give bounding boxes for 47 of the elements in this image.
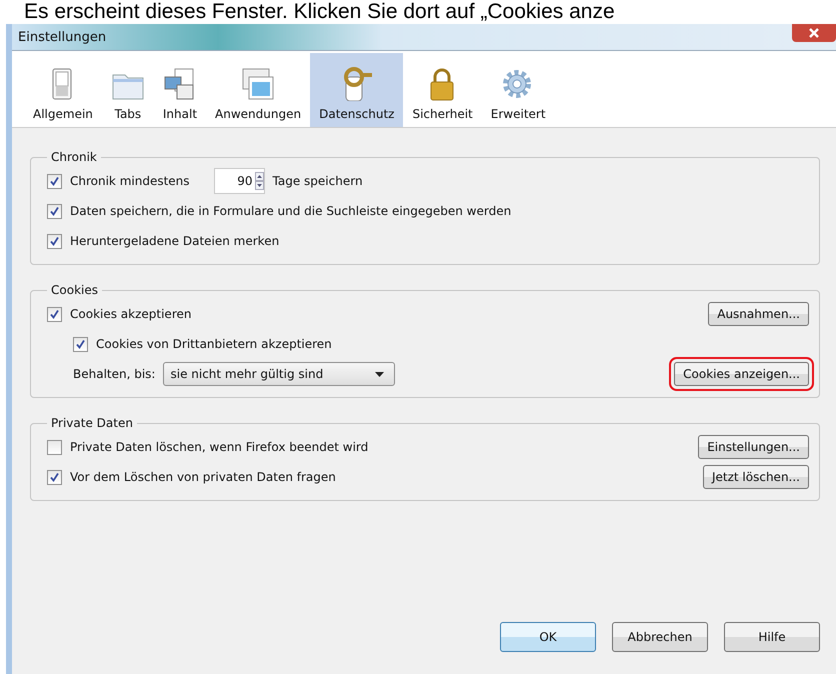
checkbox-label[interactable]: Vor dem Löschen von privaten Daten fragen [70, 470, 336, 484]
checkbox[interactable] [47, 440, 62, 454]
push-button[interactable]: Jetzt löschen... [702, 465, 809, 489]
checkmark-icon [49, 308, 60, 320]
push-button[interactable]: Hilfe [724, 622, 820, 652]
number-spinner[interactable]: 90 [214, 168, 265, 194]
checkbox-label[interactable]: Cookies akzeptieren [70, 307, 192, 321]
toolbar-tab[interactable]: Allgemein [24, 53, 102, 127]
toolbar-tab[interactable]: Tabs [102, 53, 154, 127]
window-icon [241, 67, 276, 101]
dropdown-label: Behalten, bis: [73, 367, 156, 381]
checkmark-icon [49, 176, 60, 186]
checkbox[interactable] [47, 306, 62, 322]
push-button[interactable]: Einstellungen... [698, 435, 809, 459]
caret-icon [375, 372, 384, 376]
toolbar-tab[interactable]: Anwendungen [206, 53, 310, 127]
checkbox[interactable] [47, 234, 62, 248]
checkbox-label[interactable]: Heruntergeladene Dateien merken [70, 234, 280, 248]
group-title: Private Daten [50, 416, 134, 430]
spin-arrows-icon[interactable] [254, 172, 264, 190]
checkbox[interactable] [47, 204, 62, 218]
toolbar-tab[interactable]: Datenschutz [310, 53, 404, 127]
window-title: Einstellungen [17, 30, 106, 44]
checkbox-label[interactable]: Chronik mindestens [70, 174, 190, 188]
checkbox[interactable] [47, 174, 62, 188]
checkmark-icon [49, 236, 60, 246]
push-button[interactable]: Ausnahmen... [708, 302, 809, 326]
checkbox[interactable] [47, 470, 62, 484]
close-icon [807, 28, 821, 38]
checkbox[interactable] [73, 336, 88, 352]
unit-label: Tage speichern [272, 174, 363, 188]
close-button[interactable] [792, 24, 836, 42]
toolbar-tab[interactable]: Inhalt [154, 53, 206, 127]
checkmark-icon [49, 206, 60, 216]
push-button[interactable]: Abbrechen [612, 622, 708, 652]
dropdown[interactable]: sie nicht mehr gültig sind [163, 362, 396, 386]
push-button[interactable]: OK [500, 622, 596, 652]
checkmark-icon [75, 338, 86, 350]
checkmark-icon [49, 472, 60, 482]
group-title: Cookies [50, 283, 99, 297]
group-title: Chronik [50, 150, 98, 164]
toolbar-tab[interactable]: Erweitert [482, 53, 555, 127]
checkbox-label[interactable]: Cookies von Drittanbietern akzeptieren [96, 337, 332, 351]
caption-text: Es erscheint dieses Fenster. Klicken Sie dort auf „Cookies anze [23, 0, 616, 24]
toolbar-tab[interactable]: Sicherheit [403, 53, 482, 127]
checkbox-label[interactable]: Daten speichern, die in Formulare und die Suchleiste eingegeben werden [70, 204, 512, 218]
checkbox-label[interactable]: Private Daten löschen, wenn Firefox beendet wird [70, 440, 368, 454]
